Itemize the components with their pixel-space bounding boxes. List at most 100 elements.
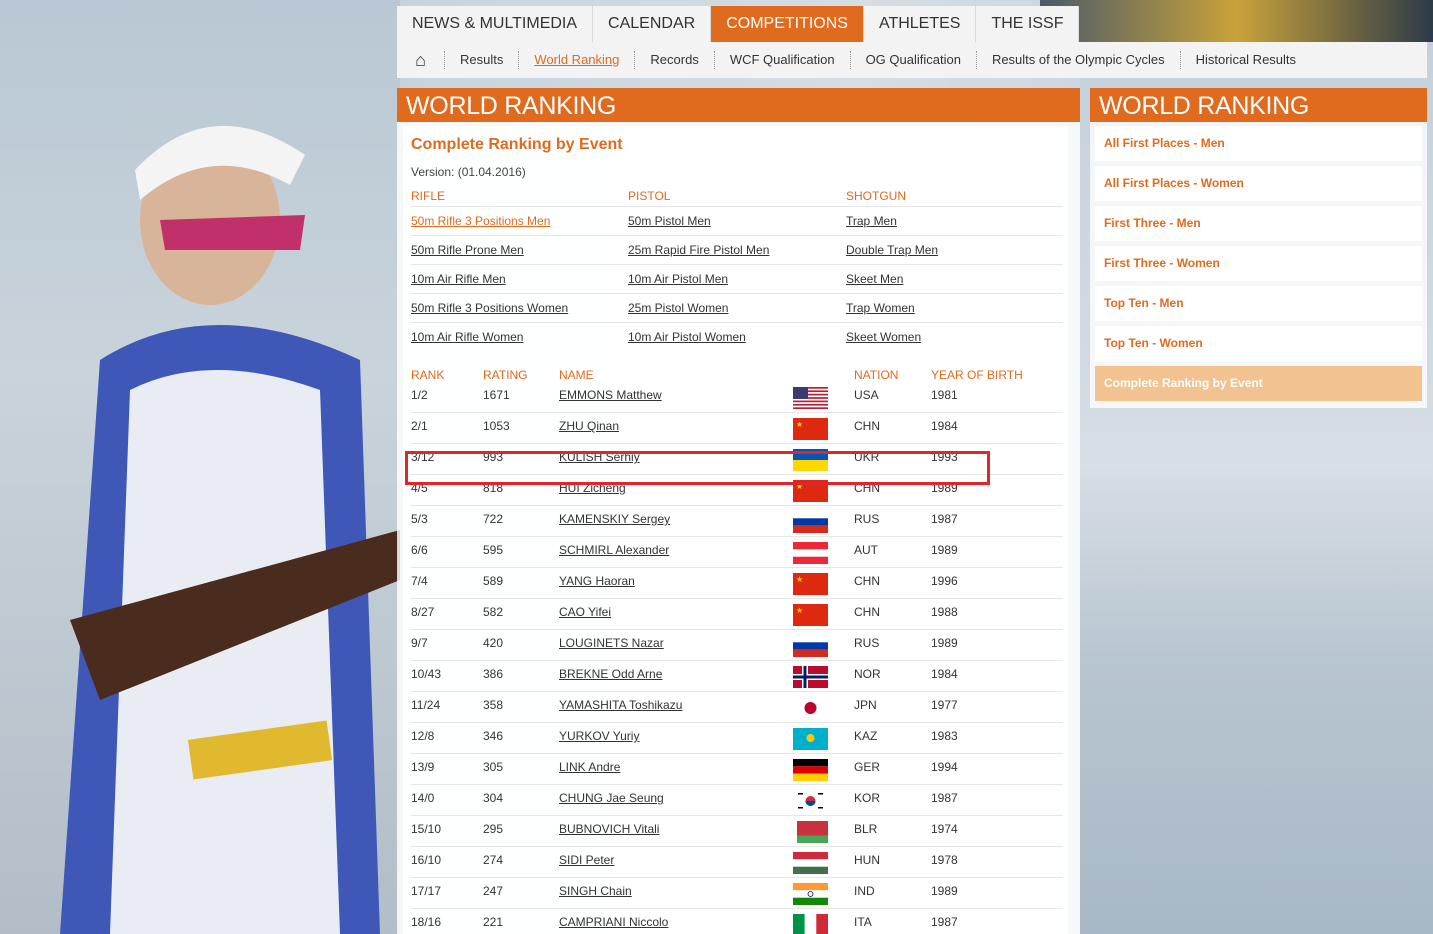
rating-cell: 274 — [483, 853, 504, 867]
rating-cell: 582 — [483, 605, 504, 619]
year-cell: 1987 — [931, 791, 958, 805]
side-panel: WORLD RANKING All First Places - Men All… — [1090, 88, 1427, 408]
subnav-olympic-cycles[interactable]: Results of the Olympic Cycles — [977, 51, 1181, 69]
subnav-records[interactable]: Records — [635, 51, 715, 69]
event-link[interactable]: 25m Pistol Women — [628, 301, 728, 315]
section-title: Complete Ranking by Event — [411, 136, 623, 153]
rank-cell: 7/4 — [411, 574, 428, 588]
rating-cell: 346 — [483, 729, 504, 743]
subnav-world-ranking[interactable]: World Ranking — [519, 51, 636, 69]
tab-competitions[interactable]: COMPETITIONS — [711, 6, 864, 42]
event-link[interactable]: 25m Rapid Fire Pistol Men — [628, 243, 769, 257]
athlete-name-link[interactable]: EMMONS Matthew — [559, 388, 662, 402]
side-item-first-three-men[interactable]: First Three - Men — [1095, 206, 1422, 241]
event-link[interactable]: 10m Air Rifle Women — [411, 330, 523, 344]
event-link[interactable]: 10m Air Pistol Men — [628, 272, 728, 286]
nation-cell: KOR — [854, 791, 881, 805]
athlete-name-link[interactable]: KAMENSKIY Sergey — [559, 512, 670, 526]
athlete-name-link[interactable]: YAMASHITA Toshikazu — [559, 698, 682, 712]
side-item-first-three-women[interactable]: First Three - Women — [1095, 246, 1422, 281]
flag-icon — [793, 821, 828, 843]
category-shotgun: SHOTGUN — [846, 189, 906, 203]
event-link[interactable]: 50m Rifle 3 Positions Men — [411, 214, 550, 228]
athlete-name-link[interactable]: LOUGINETS Nazar — [559, 636, 664, 650]
nation-cell: USA — [854, 388, 879, 402]
athlete-name-link[interactable]: CAO Yifei — [559, 605, 611, 619]
home-icon[interactable]: ⌂ — [397, 51, 445, 69]
athlete-name-link[interactable]: BREKNE Odd Arne — [559, 667, 662, 681]
table-row: 9/7 420 LOUGINETS Nazar RUS 1989 — [411, 630, 1063, 661]
tab-calendar[interactable]: CALENDAR — [593, 6, 712, 42]
athlete-name-link[interactable]: CHUNG Jae Seung — [559, 791, 664, 805]
flag-icon — [793, 387, 828, 409]
event-link[interactable]: 10m Air Pistol Women — [628, 330, 746, 344]
athlete-name-link[interactable]: SCHMIRL Alexander — [559, 543, 669, 557]
rank-cell: 5/3 — [411, 512, 428, 526]
nation-cell: KAZ — [854, 729, 878, 743]
ranking-content: Complete Ranking by Event Version: (01.0… — [403, 126, 1068, 934]
tab-the-issf[interactable]: THE ISSF — [976, 6, 1080, 42]
header-rating: RATING — [483, 368, 528, 382]
category-rifle: RIFLE — [411, 189, 446, 203]
nation-cell: CHN — [854, 605, 880, 619]
subnav-wcf-qualification[interactable]: WCF Qualification — [715, 51, 851, 69]
event-link[interactable]: Trap Women — [846, 301, 915, 315]
table-row: 13/9 305 LINK Andre GER 1994 — [411, 754, 1063, 785]
flag-icon — [793, 883, 828, 905]
rank-cell: 2/1 — [411, 419, 428, 433]
event-link[interactable]: Double Trap Men — [846, 243, 938, 257]
side-item-all-first-places-men[interactable]: All First Places - Men — [1095, 126, 1422, 161]
athlete-name-link[interactable]: SINGH Chain — [559, 884, 632, 898]
table-row: 16/10 274 SIDI Peter HUN 1978 — [411, 847, 1063, 878]
side-panel-title: WORLD RANKING — [1090, 88, 1427, 122]
athlete-name-link[interactable]: BUBNOVICH Vitali — [559, 822, 659, 836]
version-label: Version: (01.04.2016) — [411, 165, 526, 179]
event-link[interactable]: Trap Men — [846, 214, 897, 228]
table-row: 11/24 358 YAMASHITA Toshikazu JPN 1977 — [411, 692, 1063, 723]
flag-icon — [793, 542, 828, 564]
divider — [411, 235, 1063, 236]
rank-cell: 18/16 — [411, 915, 442, 929]
athlete-name-link[interactable]: LINK Andre — [559, 760, 620, 774]
event-link[interactable]: 50m Pistol Men — [628, 214, 711, 228]
event-link[interactable]: Skeet Women — [846, 330, 921, 344]
side-item-top-ten-men[interactable]: Top Ten - Men — [1095, 286, 1422, 321]
side-item-all-first-places-women[interactable]: All First Places - Women — [1095, 166, 1422, 201]
year-cell: 1978 — [931, 853, 958, 867]
event-link[interactable]: Skeet Men — [846, 272, 903, 286]
athlete-name-link[interactable]: YANG Haoran — [559, 574, 635, 588]
flag-icon: ★ — [793, 573, 828, 595]
rank-cell: 15/10 — [411, 822, 442, 836]
rating-cell: 386 — [483, 667, 504, 681]
subnav-og-qualification[interactable]: OG Qualification — [851, 51, 977, 69]
athlete-name-link[interactable]: YURKOV Yuriy — [559, 729, 639, 743]
athlete-name-link[interactable]: SIDI Peter — [559, 853, 614, 867]
athlete-name-link[interactable]: ZHU Qinan — [559, 419, 619, 433]
athlete-photo — [60, 125, 400, 934]
year-cell: 1994 — [931, 760, 958, 774]
rank-cell: 16/10 — [411, 853, 442, 867]
table-row: 18/16 221 CAMPRIANI Niccolo ITA 1987 — [411, 909, 1063, 934]
subnav-historical-results[interactable]: Historical Results — [1181, 51, 1311, 69]
panel-title: WORLD RANKING — [397, 88, 1080, 122]
year-cell: 1984 — [931, 419, 958, 433]
flag-icon — [793, 635, 828, 657]
side-item-complete-ranking[interactable]: Complete Ranking by Event — [1095, 366, 1422, 401]
rank-cell: 12/8 — [411, 729, 435, 743]
athlete-name-link[interactable]: CAMPRIANI Niccolo — [559, 915, 668, 929]
tab-athletes[interactable]: ATHLETES — [864, 6, 977, 42]
sub-navigation: ⌂ Results World Ranking Records WCF Qual… — [397, 42, 1427, 78]
table-row: 8/27 582 CAO Yifei ★ CHN 1988 — [411, 599, 1063, 630]
event-link[interactable]: 10m Air Rifle Men — [411, 272, 506, 286]
event-link[interactable]: 50m Rifle Prone Men — [411, 243, 524, 257]
year-cell: 1981 — [931, 388, 958, 402]
event-link[interactable]: 50m Rifle 3 Positions Women — [411, 301, 568, 315]
tab-news-multimedia[interactable]: NEWS & MULTIMEDIA — [397, 6, 594, 42]
background-photo — [0, 0, 400, 934]
table-row: 10/43 386 BREKNE Odd Arne NOR 1984 — [411, 661, 1063, 692]
side-item-top-ten-women[interactable]: Top Ten - Women — [1095, 326, 1422, 361]
nation-cell: CHN — [854, 574, 880, 588]
nation-cell: IND — [854, 884, 875, 898]
subnav-results[interactable]: Results — [445, 51, 520, 69]
rank-cell: 10/43 — [411, 667, 442, 681]
